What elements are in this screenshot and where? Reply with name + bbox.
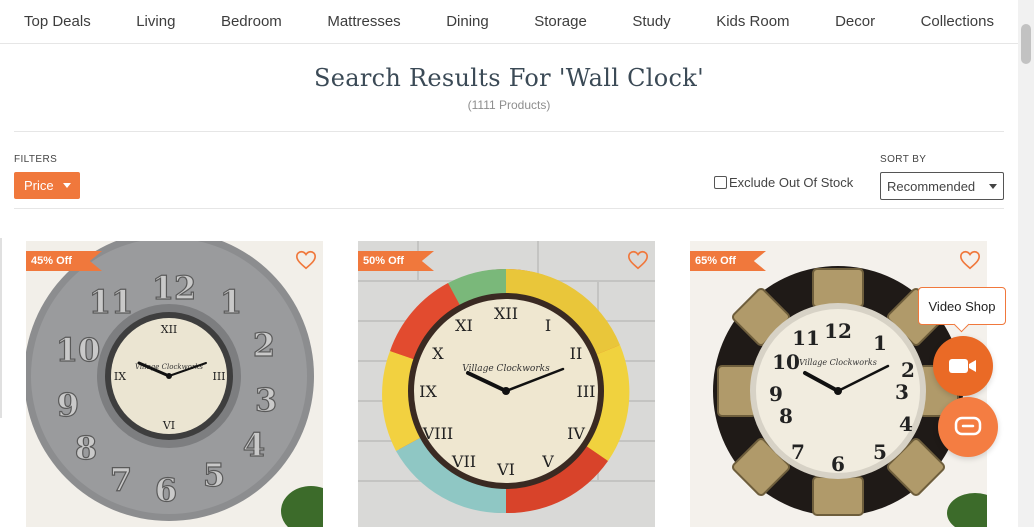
svg-text:I: I xyxy=(545,316,551,335)
video-shop-button[interactable] xyxy=(933,336,993,396)
svg-text:VII: VII xyxy=(451,452,476,471)
heart-icon[interactable] xyxy=(295,249,317,271)
svg-text:5: 5 xyxy=(203,456,225,494)
nav-item-top-deals[interactable]: Top Deals xyxy=(24,13,91,30)
svg-text:IV: IV xyxy=(567,424,585,443)
svg-text:III: III xyxy=(212,370,225,383)
svg-text:X: X xyxy=(432,344,444,363)
svg-text:VI: VI xyxy=(496,460,515,479)
video-shop-tooltip[interactable]: Video Shop xyxy=(918,287,1006,325)
svg-text:VIII: VIII xyxy=(422,424,454,443)
chevron-down-icon xyxy=(989,183,997,189)
nav-item-kids-room[interactable]: Kids Room xyxy=(716,13,789,30)
svg-text:V: V xyxy=(541,452,554,471)
product-card[interactable]: XII III VI IX I II IV V VII VIII X XI Village … xyxy=(358,241,655,527)
svg-text:4: 4 xyxy=(899,412,913,436)
scrollbar-thumb[interactable] xyxy=(1021,24,1031,64)
nav-item-bedroom[interactable]: Bedroom xyxy=(221,13,282,30)
svg-text:1: 1 xyxy=(873,331,887,355)
svg-text:II: II xyxy=(570,344,583,363)
nav-item-study[interactable]: Study xyxy=(632,13,670,30)
svg-text:VI: VI xyxy=(162,419,175,432)
video-camera-icon xyxy=(949,359,976,373)
svg-text:11: 11 xyxy=(792,326,820,350)
svg-text:1: 1 xyxy=(220,283,242,321)
svg-text:12: 12 xyxy=(824,319,852,343)
svg-text:6: 6 xyxy=(155,471,177,509)
product-image: 12 11 10 9 8 7 6 5 4 3 2 1 XIIIII VIIX V… xyxy=(26,241,323,527)
chevron-down-icon xyxy=(62,183,71,188)
svg-text:6: 6 xyxy=(831,452,845,476)
svg-text:5: 5 xyxy=(873,440,887,464)
sort-selected-value: Recommended xyxy=(887,178,976,194)
nav-item-collections[interactable]: Collections xyxy=(921,13,994,30)
svg-text:IX: IX xyxy=(419,382,437,401)
svg-text:9: 9 xyxy=(57,386,79,424)
svg-text:9: 9 xyxy=(769,382,783,406)
price-filter-label: Price xyxy=(24,178,54,193)
divider xyxy=(14,208,1004,209)
side-edge xyxy=(0,238,2,418)
chat-button[interactable] xyxy=(938,397,998,457)
heart-icon[interactable] xyxy=(627,249,649,271)
svg-text:XII: XII xyxy=(161,323,178,336)
divider xyxy=(14,131,1004,132)
svg-text:XI: XI xyxy=(455,316,473,335)
nav-item-dining[interactable]: Dining xyxy=(446,13,489,30)
svg-text:2: 2 xyxy=(253,326,275,364)
page-scrollbar[interactable] xyxy=(1018,0,1034,527)
exclude-out-of-stock-toggle[interactable]: Exclude Out Of Stock xyxy=(714,175,853,190)
chat-bubble-icon xyxy=(954,416,982,436)
svg-text:7: 7 xyxy=(791,440,805,464)
dial-brand-text: Village Clockworks xyxy=(462,364,550,374)
exclude-out-of-stock-checkbox[interactable] xyxy=(714,176,727,189)
svg-text:10: 10 xyxy=(56,331,101,369)
filters-label: FILTERS xyxy=(14,154,58,165)
sort-label: SORT BY xyxy=(880,154,927,165)
svg-text:3: 3 xyxy=(895,380,909,404)
svg-text:IX: IX xyxy=(114,370,126,383)
svg-text:8: 8 xyxy=(779,404,793,428)
nav-item-mattresses[interactable]: Mattresses xyxy=(327,13,400,30)
product-count: (1111 Products) xyxy=(467,98,551,112)
nav-item-living[interactable]: Living xyxy=(136,13,175,30)
search-heading: Search Results For 'Wall Clock' (1111 Pr… xyxy=(0,64,1018,112)
dial-brand-text: Village Clockworks xyxy=(799,358,877,367)
svg-text:2: 2 xyxy=(901,358,915,382)
svg-text:7: 7 xyxy=(110,461,132,499)
nav-item-storage[interactable]: Storage xyxy=(534,13,587,30)
top-navigation: Top Deals Living Bedroom Mattresses Dini… xyxy=(0,0,1018,44)
sort-select[interactable]: Recommended xyxy=(880,172,1004,200)
svg-text:4: 4 xyxy=(243,426,265,464)
product-image: XIIIII VIIX III IVV VIIVIII XXI Village … xyxy=(358,241,655,527)
svg-text:3: 3 xyxy=(255,381,277,419)
svg-text:11: 11 xyxy=(89,283,134,321)
heart-icon[interactable] xyxy=(959,249,981,271)
svg-text:12: 12 xyxy=(152,269,197,307)
svg-text:10: 10 xyxy=(772,350,800,374)
product-card[interactable]: 12 11 10 9 8 7 6 5 4 3 2 1 XII III VI IX V… xyxy=(26,241,323,527)
price-filter-button[interactable]: Price xyxy=(14,172,80,199)
svg-text:III: III xyxy=(577,382,596,401)
nav-item-decor[interactable]: Decor xyxy=(835,13,875,30)
video-shop-label: Video Shop xyxy=(928,298,996,314)
exclude-out-of-stock-label: Exclude Out Of Stock xyxy=(729,175,854,190)
page-title: Search Results For 'Wall Clock' xyxy=(314,64,704,92)
svg-text:8: 8 xyxy=(75,429,97,467)
svg-text:XII: XII xyxy=(494,304,518,323)
